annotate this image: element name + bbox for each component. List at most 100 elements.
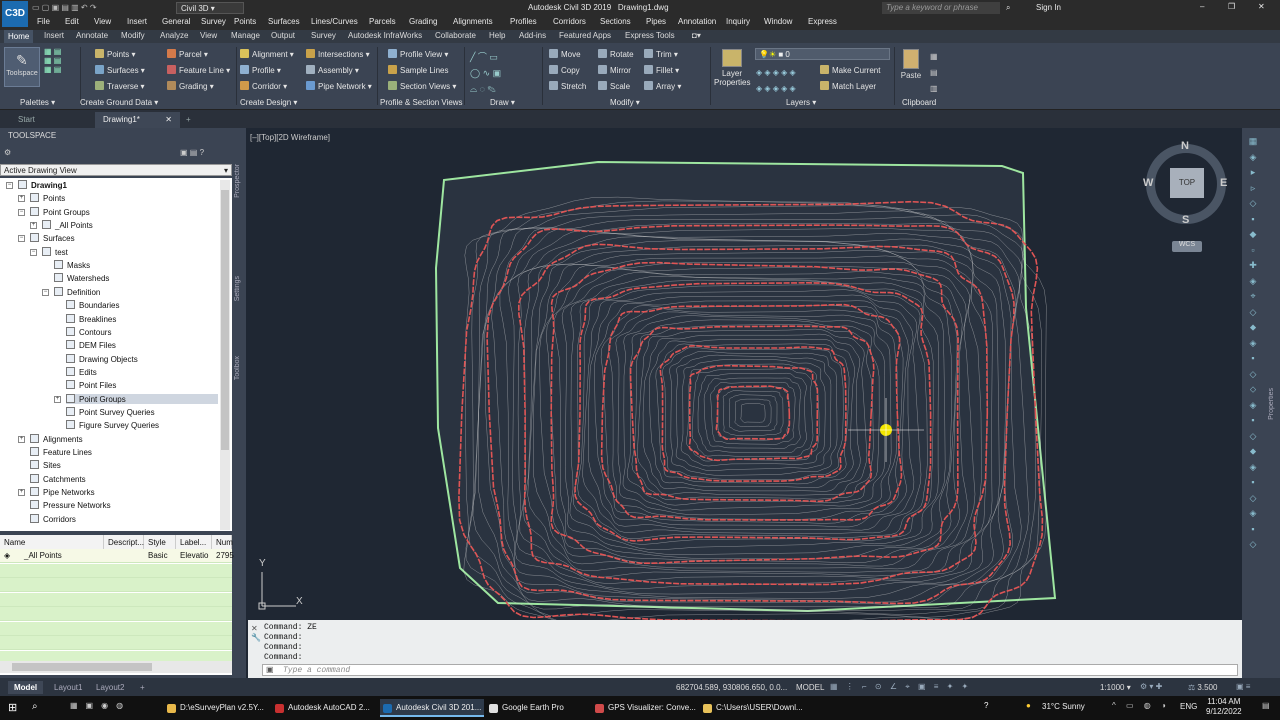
tree-node-corridors[interactable]: Corridors	[30, 513, 76, 524]
ribbon-tab-insert[interactable]: Insert	[44, 31, 64, 40]
move-button[interactable]: Move	[549, 49, 581, 59]
grading-button[interactable]: Grading ▾	[167, 81, 214, 91]
annotation-scale-select[interactable]: 1:1000 ▾	[1100, 683, 1131, 692]
taskbar-app[interactable]: D:\eSurveyPlan v2.5Y...	[164, 699, 268, 717]
tree-expand-toggle[interactable]: −	[18, 235, 25, 243]
menu-inquiry[interactable]: Inquiry	[726, 17, 750, 26]
ribbon-tab-home[interactable]: Home	[4, 30, 34, 43]
tree-node-masks[interactable]: Masks	[54, 260, 90, 270]
menu-surfaces[interactable]: Surfaces	[268, 17, 300, 26]
zoom-level[interactable]: ⚖ 3.500	[1188, 683, 1217, 692]
menu-pipes[interactable]: Pipes	[646, 17, 666, 26]
taskbar-app[interactable]: Google Earth Pro	[486, 699, 590, 717]
clipboard-panel-label[interactable]: Clipboard	[902, 98, 936, 107]
pipe-network-button[interactable]: Pipe Network ▾	[306, 81, 372, 91]
close-button[interactable]: ✕	[1258, 2, 1265, 11]
tree-expand-toggle[interactable]: +	[18, 489, 25, 497]
tree-scrollbar[interactable]	[220, 180, 230, 530]
tree-node-test[interactable]: test	[42, 246, 68, 257]
ribbon-tab-expresstools[interactable]: Express Tools	[625, 31, 675, 40]
minimize-button[interactable]: –	[1200, 2, 1204, 11]
grid-header-2[interactable]: Style	[144, 535, 176, 549]
search-icon[interactable]: ⌕	[1006, 3, 1010, 13]
tab-toolbox[interactable]: Toolbox	[234, 356, 241, 380]
help-tray-icon[interactable]: ?	[984, 701, 988, 710]
ribbon-tab-analyze[interactable]: Analyze	[160, 31, 188, 40]
feature-line-button[interactable]: Feature Line ▾	[167, 65, 230, 75]
ribbon-tab-annotate[interactable]: Annotate	[76, 31, 108, 40]
view-select[interactable]: Active Drawing View ▾	[0, 164, 232, 176]
paste-button[interactable]: Paste	[900, 47, 922, 80]
tree-expand-toggle[interactable]: +	[54, 395, 61, 403]
taskbar-app[interactable]: Autodesk AutoCAD 2...	[272, 699, 376, 717]
menu-grading[interactable]: Grading	[409, 17, 437, 26]
layer-tool-icons[interactable]: ◈ ◈ ◈ ◈ ◈ ◈ ◈ ◈ ◈ ◈	[756, 65, 796, 97]
table-row[interactable]: _All Points Basic Elevatio 2795 ◈	[0, 549, 234, 563]
viewcube-top-face[interactable]: TOP	[1170, 168, 1204, 198]
tree-expand-toggle[interactable]: −	[30, 248, 37, 256]
layer-properties-button[interactable]: Layer Properties	[714, 47, 750, 95]
copy-button[interactable]: Copy	[549, 65, 580, 75]
tree-node-pipe-networks[interactable]: Pipe Networks	[30, 487, 95, 497]
menu-survey[interactable]: Survey	[201, 17, 226, 26]
menu-annotation[interactable]: Annotation	[678, 17, 716, 26]
tab-prospector[interactable]: Prospector	[234, 164, 241, 198]
tab-layout1[interactable]: Layout1	[48, 681, 88, 694]
points-button[interactable]: Points ▾	[95, 49, 135, 59]
drawing-viewport[interactable]: [–][Top][2D Wireframe] N S E W TOP WCS Y…	[248, 128, 1242, 620]
layers-panel-label[interactable]: Layers ▾	[786, 98, 816, 107]
menu-linescurves[interactable]: Lines/Curves	[311, 17, 358, 26]
profile-section-views-label[interactable]: Profile & Section Views	[380, 98, 463, 107]
clock[interactable]: 11:04 AM 9/12/2022	[1206, 697, 1242, 717]
menu-profiles[interactable]: Profiles	[510, 17, 537, 26]
menu-alignments[interactable]: Alignments	[453, 17, 493, 26]
quick-access-icons[interactable]: ▭ ▢ ▣ ▤ ▥ ↶ ↷	[32, 3, 97, 12]
tree-node-drawing-objects[interactable]: Drawing Objects	[66, 353, 138, 364]
tree-node-watersheds[interactable]: Watersheds	[54, 273, 109, 283]
menu-general[interactable]: General	[162, 17, 190, 26]
grid-header-0[interactable]: Name	[0, 535, 104, 549]
grid-header-3[interactable]: Label...	[176, 535, 212, 549]
ribbon-tab-modify[interactable]: Modify	[121, 31, 145, 40]
tree-node-all-points[interactable]: _All Points	[42, 220, 93, 230]
menu-file[interactable]: File	[37, 17, 50, 26]
tree-node-surfaces[interactable]: Surfaces	[30, 233, 75, 243]
ribbon-tab-featuredapps[interactable]: Featured Apps	[559, 31, 611, 40]
menu-window[interactable]: Window	[764, 17, 792, 26]
rotate-button[interactable]: Rotate	[598, 49, 634, 59]
tree-expand-toggle[interactable]: −	[6, 182, 13, 189]
create-design-label[interactable]: Create Design ▾	[240, 98, 297, 107]
model-space-button[interactable]: MODEL	[796, 683, 824, 692]
customize-icons[interactable]: ▣ ≡	[1236, 682, 1250, 691]
profile-button[interactable]: Profile ▾	[240, 65, 281, 75]
match-layer-button[interactable]: Match Layer	[820, 81, 876, 91]
taskbar-app[interactable]: GPS Visualizer: Conve...	[592, 699, 696, 717]
tree-node-feature-lines[interactable]: Feature Lines	[30, 447, 92, 457]
tree-node-definition[interactable]: Definition	[54, 286, 100, 297]
corridor-button[interactable]: Corridor ▾	[240, 81, 287, 91]
ribbon-tab-survey[interactable]: Survey	[311, 31, 336, 40]
system-tray-icons[interactable]: ^ ▭ ◍ ◑	[1112, 701, 1170, 710]
tree-expand-toggle[interactable]: +	[18, 435, 25, 443]
palette-icons[interactable]: ▦ ▤ ▦ ▤ ▦ ▤	[44, 47, 61, 74]
compass-n[interactable]: N	[1181, 140, 1189, 152]
tree-expand-toggle[interactable]: −	[18, 208, 25, 216]
search-icon[interactable]: ⌕	[32, 701, 38, 712]
menu-express[interactable]: Express	[808, 17, 837, 26]
tree-node-points[interactable]: Points	[30, 193, 65, 203]
workspace-select[interactable]: Civil 3D ▾	[176, 2, 244, 14]
command-prompt-icon[interactable]: ▣	[266, 665, 274, 674]
tree-node-dem-files[interactable]: DEM Files	[66, 340, 116, 350]
array-button[interactable]: Array ▾	[644, 81, 681, 91]
grid-scrollbar[interactable]	[0, 661, 232, 673]
close-tab-icon[interactable]: ✕	[165, 115, 172, 124]
tree-node-point-groups[interactable]: Point Groups	[66, 393, 218, 404]
tree-expand-toggle[interactable]: +	[18, 195, 25, 203]
intersections-button[interactable]: Intersections ▾	[306, 49, 370, 59]
menu-view[interactable]: View	[94, 17, 111, 26]
assembly-button[interactable]: Assembly ▾	[306, 65, 359, 75]
maximize-button[interactable]: ❐	[1228, 2, 1235, 11]
trim-button[interactable]: Trim ▾	[644, 49, 678, 59]
tree-node-contours[interactable]: Contours	[66, 326, 111, 337]
traverse-button[interactable]: Traverse ▾	[95, 81, 145, 91]
